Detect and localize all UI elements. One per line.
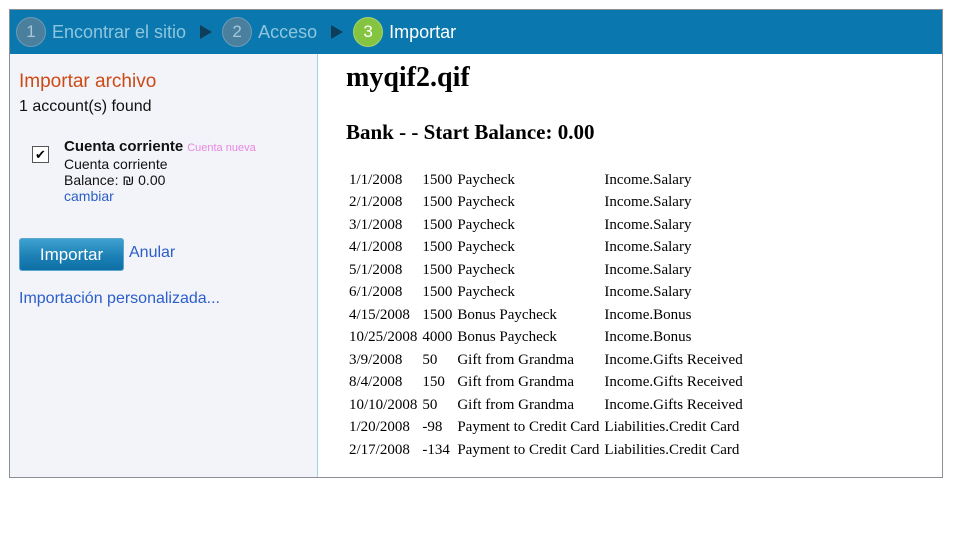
accounts-found: 1 account(s) found (19, 98, 152, 115)
cell-category: Income.Gifts Received (604, 396, 743, 413)
step-number: 3 (353, 17, 384, 47)
cell-payee: Paycheck (457, 216, 515, 233)
cell-date: 1/20/2008 (349, 419, 410, 436)
cell-category: Income.Bonus (604, 329, 692, 346)
cell-date: 10/10/2008 (349, 396, 418, 413)
sidebar: Importar archivo 1 account(s) found ✔ Cu… (10, 54, 318, 477)
cell-payee: Bonus Paycheck (457, 306, 557, 323)
step-label: Importar (389, 21, 457, 42)
cell-amount: -134 (422, 441, 450, 458)
cancel-link[interactable]: Anular (129, 244, 175, 262)
cell-payee: Paycheck (457, 171, 515, 188)
cell-category: Income.Salary (604, 261, 692, 278)
import-wizard: 1 Encontrar el sitio 2 Acceso 3 Importar Im… (9, 9, 943, 478)
cell-amount: 4000 (422, 329, 453, 346)
cell-amount: 1500 (422, 306, 453, 323)
cell-payee: Bonus Paycheck (457, 329, 557, 346)
step-number: 1 (16, 17, 46, 47)
cell-date: 4/15/2008 (349, 306, 410, 323)
cell-amount: 1500 (422, 194, 453, 211)
cell-date: 3/9/2008 (349, 351, 403, 368)
cell-date: 1/1/2008 (349, 171, 403, 188)
account-balance: Balance: ₪ 0.00 (64, 172, 166, 188)
cell-category: Income.Gifts Received (604, 351, 743, 368)
table-row: 3/1/2008 1500 Paycheck Income.Salary (347, 214, 746, 237)
cell-category: Income.Salary (604, 194, 692, 211)
cell-date: 2/17/2008 (349, 441, 410, 458)
table-row: 10/10/2008 50 Gift from Grandma Income.Gift… (347, 394, 746, 417)
cell-category: Income.Salary (604, 284, 692, 301)
table-row: 8/4/2008 150 Gift from Grandma Income.Gifts… (347, 372, 746, 395)
step-arrow-icon (331, 25, 344, 39)
step-arrow-icon (200, 25, 213, 39)
cell-payee: Gift from Grandma (457, 351, 574, 368)
cell-amount: -98 (422, 419, 443, 436)
cell-payee: Paycheck (457, 261, 515, 278)
import-button[interactable]: Importar (19, 238, 124, 271)
table-row: 4/15/2008 1500 Bonus Paycheck Income.Bonus (347, 304, 746, 327)
cell-category: Income.Bonus (604, 306, 692, 323)
cell-amount: 150 (422, 374, 445, 391)
step-number: 2 (222, 17, 253, 47)
table-row: 4/1/2008 1500 Paycheck Income.Salary (347, 237, 746, 260)
cell-date: 6/1/2008 (349, 284, 403, 301)
table-row: 3/9/2008 50 Gift from Grandma Income.Gifts … (347, 349, 746, 372)
custom-import-link[interactable]: Importación personalizada... (19, 290, 220, 308)
cell-amount: 1500 (422, 261, 453, 278)
cell-date: 4/1/2008 (349, 239, 403, 256)
file-preview: myqif2.qif Bank - - Start Balance: 0.00 … (318, 54, 942, 477)
account-info: Cuenta corriente Cuenta nueva Cuenta corr… (64, 138, 256, 205)
step-label: Acceso (258, 21, 318, 42)
step-access: 2 Acceso (222, 17, 317, 47)
cell-date: 10/25/2008 (349, 329, 418, 346)
table-row: 5/1/2008 1500 Paycheck Income.Salary (347, 259, 746, 282)
bank-header: Bank - - Start Balance: 0.00 (346, 120, 595, 144)
account-type: Cuenta corriente (64, 156, 168, 172)
cell-amount: 1500 (422, 284, 453, 301)
cell-payee: Paycheck (457, 284, 515, 301)
file-name: myqif2.qif (346, 62, 470, 93)
table-row: 6/1/2008 1500 Paycheck Income.Salary (347, 282, 746, 305)
sidebar-title: Importar archivo (19, 71, 157, 92)
cell-payee: Payment to Credit Card (457, 441, 600, 458)
cell-date: 5/1/2008 (349, 261, 403, 278)
cell-category: Liabilities.Credit Card (604, 441, 740, 458)
table-row: 2/17/2008 -134 Payment to Credit Card Liabi… (347, 439, 746, 462)
cell-category: Income.Salary (604, 239, 692, 256)
cell-amount: 1500 (422, 171, 453, 188)
new-account-badge: Cuenta nueva (187, 142, 256, 154)
step-import: 3 Importar (353, 17, 456, 47)
cell-category: Income.Salary (604, 216, 692, 233)
account-checkbox[interactable]: ✔ (32, 146, 49, 163)
cell-amount: 1500 (422, 216, 453, 233)
table-row: 10/25/2008 4000 Bonus Paycheck Income.Bonus (347, 327, 746, 350)
wizard-steps: 1 Encontrar el sitio 2 Acceso 3 Importar (10, 10, 942, 54)
table-row: 1/1/2008 1500 Paycheck Income.Salary (347, 169, 746, 192)
cell-date: 2/1/2008 (349, 194, 403, 211)
cell-amount: 50 (422, 396, 438, 413)
change-link[interactable]: cambiar (64, 188, 114, 204)
cell-date: 3/1/2008 (349, 216, 403, 233)
cell-payee: Paycheck (457, 194, 515, 211)
step-find-site: 1 Encontrar el sitio (16, 17, 186, 47)
table-row: 2/1/2008 1500 Paycheck Income.Salary (347, 192, 746, 215)
cell-payee: Gift from Grandma (457, 374, 574, 391)
table-row: 1/20/2008 -98 Payment to Credit Card Liabil… (347, 417, 746, 440)
cell-amount: 50 (422, 351, 438, 368)
account-name: Cuenta corriente (64, 138, 184, 155)
cell-date: 8/4/2008 (349, 374, 403, 391)
transactions-table: 1/1/2008 1500 Paycheck Income.Salary 2/1/200… (347, 169, 746, 462)
step-label: Encontrar el sitio (52, 21, 187, 42)
cell-category: Income.Gifts Received (604, 374, 743, 391)
cell-payee: Payment to Credit Card (457, 419, 600, 436)
cell-payee: Gift from Grandma (457, 396, 574, 413)
cell-payee: Paycheck (457, 239, 515, 256)
cell-amount: 1500 (422, 239, 453, 256)
cell-category: Liabilities.Credit Card (604, 419, 740, 436)
cell-category: Income.Salary (604, 171, 692, 188)
